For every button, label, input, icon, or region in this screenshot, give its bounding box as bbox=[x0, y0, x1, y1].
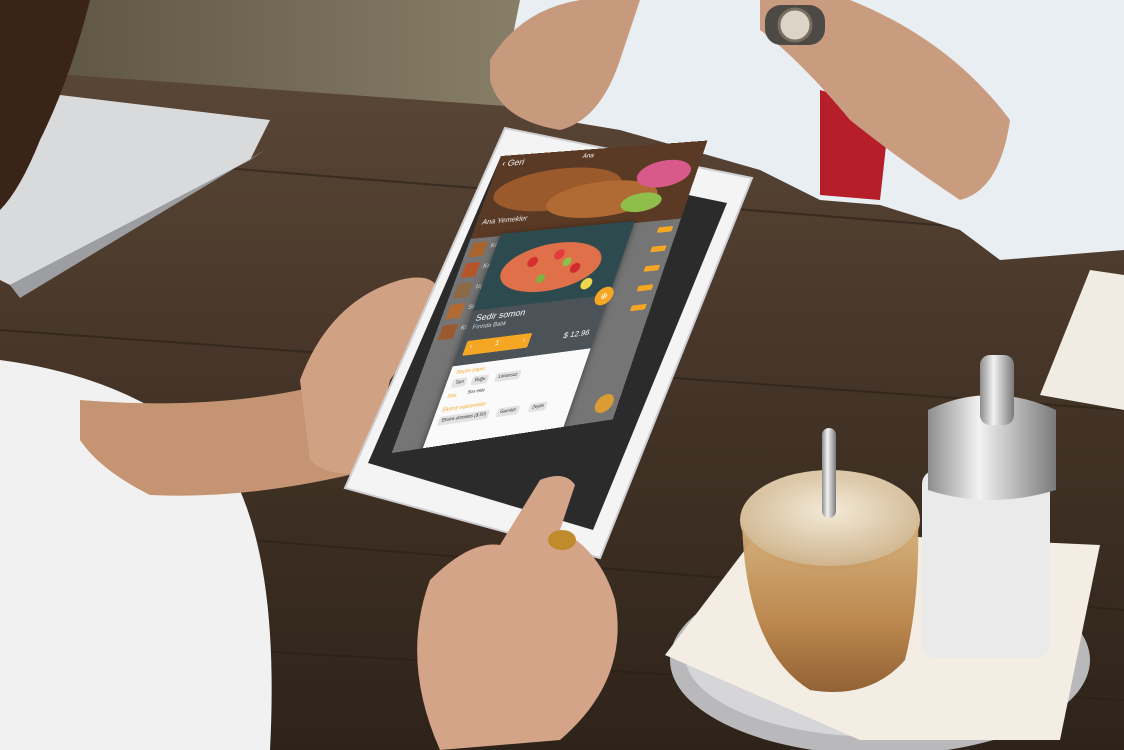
quantity-stepper[interactable]: ‹ 1 › bbox=[462, 332, 533, 356]
option-chip[interactable]: Zeytin bbox=[527, 401, 549, 413]
option-chip[interactable]: Limonsuz bbox=[493, 369, 522, 383]
price-badge bbox=[656, 225, 674, 233]
dish-thumbnail bbox=[452, 282, 474, 299]
dish-thumbnail bbox=[437, 323, 459, 341]
dish-thumbnail bbox=[460, 261, 481, 279]
price-badge bbox=[636, 284, 654, 292]
spoon bbox=[822, 428, 836, 518]
dispenser-spout bbox=[980, 355, 1014, 425]
decrement-icon[interactable]: ‹ bbox=[468, 342, 473, 350]
price-badge bbox=[650, 245, 667, 253]
ring bbox=[548, 530, 576, 550]
increment-icon[interactable]: › bbox=[521, 336, 526, 344]
section-title: Sos bbox=[446, 392, 458, 400]
dish-thumbnail bbox=[445, 302, 466, 320]
option-chip[interactable]: Sos ekle bbox=[463, 386, 489, 398]
cart-icon: ⊕ bbox=[598, 290, 610, 302]
price-badge bbox=[643, 264, 661, 272]
option-chip[interactable]: Tam bbox=[450, 377, 469, 389]
price-badge bbox=[629, 303, 647, 312]
option-chip[interactable]: Garnitür bbox=[495, 405, 521, 418]
quantity-value: 1 bbox=[493, 338, 501, 348]
back-button[interactable]: ‹ Geri bbox=[501, 157, 526, 169]
section-title: Seçim yapın bbox=[455, 366, 486, 376]
product-price: $ 12.96 bbox=[562, 328, 591, 341]
option-chip[interactable]: Buğu bbox=[470, 374, 490, 386]
dish-thumbnail bbox=[467, 241, 489, 258]
